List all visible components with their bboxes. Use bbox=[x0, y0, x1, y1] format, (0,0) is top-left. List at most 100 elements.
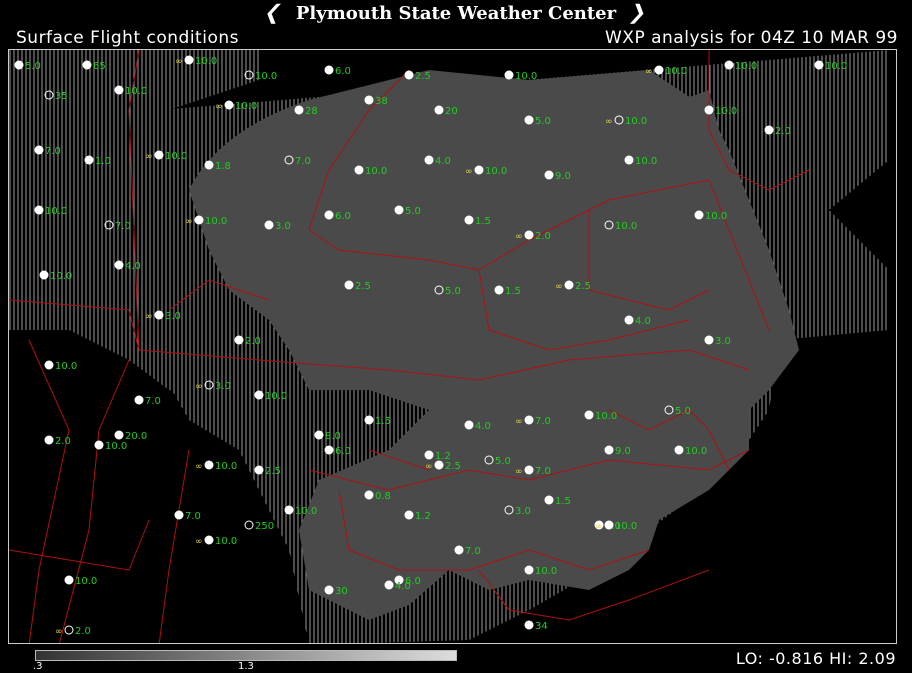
station-dot bbox=[314, 430, 324, 440]
station-dot bbox=[434, 105, 444, 115]
visibility-label: 10.0 bbox=[615, 521, 637, 532]
map-subtitle-right: WXP analysis for 04Z 10 MAR 99 bbox=[605, 28, 898, 48]
visibility-label: 3.0 bbox=[275, 221, 291, 232]
visibility-label: 10.0 bbox=[255, 71, 277, 82]
visibility-label: 7.0 bbox=[145, 396, 161, 407]
map-canvas: 5.0 65 ∞ 10.0 10.0 6.0 2.5 10.0 ∞ 10.0 10.0 10.0 35 1… bbox=[9, 50, 889, 643]
visibility-label: 20.0 bbox=[125, 431, 147, 442]
station-dot bbox=[544, 495, 554, 505]
visibility-label: 10.0 bbox=[55, 361, 77, 372]
visibility-label: 10.0 bbox=[45, 206, 67, 217]
visibility-label: 10.0 bbox=[265, 391, 287, 402]
colorbar-low-tick: .3 bbox=[33, 661, 43, 672]
visibility-label: 20 bbox=[445, 106, 458, 117]
station-marker: 34 bbox=[524, 620, 548, 632]
weather-symbol: ∞ bbox=[515, 232, 523, 242]
station-dot bbox=[204, 535, 214, 545]
station-dot bbox=[704, 105, 714, 115]
station-dot bbox=[174, 510, 184, 520]
station-dot bbox=[114, 430, 124, 440]
station-dot bbox=[234, 335, 244, 345]
station-marker: ∞ 10.0 bbox=[145, 150, 187, 162]
station-dot bbox=[564, 280, 574, 290]
lo-hi-readout: LO: -0.816 HI: 2.09 bbox=[735, 649, 896, 668]
visibility-label: 38 bbox=[375, 96, 388, 107]
visibility-label: 8.0 bbox=[325, 431, 341, 442]
station-dot bbox=[294, 105, 304, 115]
visibility-label: 5.0 bbox=[535, 116, 551, 127]
station-marker: ∞ 10.0 bbox=[175, 55, 217, 67]
visibility-label: 35 bbox=[55, 91, 68, 102]
station-dot bbox=[114, 260, 124, 270]
visibility-label: 28 bbox=[305, 106, 318, 117]
station-dot bbox=[434, 460, 444, 470]
visibility-label: 7.0 bbox=[45, 146, 61, 157]
station-dot bbox=[324, 445, 334, 455]
visibility-label: 2.0 bbox=[55, 436, 71, 447]
station-dot bbox=[814, 60, 824, 70]
visibility-label: 10.0 bbox=[685, 446, 707, 457]
colorbar bbox=[35, 650, 457, 661]
visibility-label: 10.0 bbox=[535, 566, 557, 577]
visibility-label: 10.0 bbox=[825, 61, 847, 72]
visibility-label: 6.0 bbox=[335, 446, 351, 457]
station-dot bbox=[82, 60, 92, 70]
station-dot bbox=[624, 155, 634, 165]
visibility-label: 10.0 bbox=[295, 506, 317, 517]
station-dot bbox=[84, 155, 94, 165]
weather-symbol: ∞ bbox=[195, 382, 203, 392]
visibility-label: 10.0 bbox=[735, 61, 757, 72]
visibility-label: 10.0 bbox=[485, 166, 507, 177]
visibility-label: 1.8 bbox=[215, 161, 231, 172]
weather-symbol: ∞ bbox=[425, 462, 433, 472]
station-dot bbox=[624, 315, 634, 325]
weather-symbol: ∞ bbox=[645, 67, 653, 77]
weather-symbol: ∞ bbox=[595, 522, 603, 532]
station-dot bbox=[724, 60, 734, 70]
station-dot bbox=[424, 450, 434, 460]
visibility-label: 4.0 bbox=[635, 316, 651, 327]
station-marker: 7.0 bbox=[134, 395, 161, 407]
visibility-label: 1.0 bbox=[95, 156, 111, 167]
visibility-label: 7.0 bbox=[115, 221, 131, 232]
visibility-label: 1.5 bbox=[555, 496, 571, 507]
visibility-label: 7.0 bbox=[535, 466, 551, 477]
flag-left-icon: ❮ bbox=[261, 0, 286, 24]
visibility-label: 30 bbox=[335, 586, 348, 597]
station-dot bbox=[224, 100, 234, 110]
station-dot bbox=[154, 150, 164, 160]
weather-symbol: ∞ bbox=[605, 117, 613, 127]
visibility-label: 10.0 bbox=[75, 576, 97, 587]
station-dot bbox=[324, 585, 334, 595]
station-dot bbox=[364, 95, 374, 105]
visibility-label: 2.0 bbox=[75, 626, 91, 637]
visibility-label: 10.0 bbox=[665, 66, 687, 77]
visibility-label: 7.0 bbox=[295, 156, 311, 167]
visibility-label: 10.0 bbox=[165, 151, 187, 162]
station-marker: ∞ 10.0 bbox=[195, 535, 237, 547]
station-dot bbox=[14, 60, 24, 70]
station-dot bbox=[524, 620, 534, 630]
visibility-label: 5.0 bbox=[675, 406, 691, 417]
visibility-label: 1.5 bbox=[475, 216, 491, 227]
visibility-label: 10.0 bbox=[635, 156, 657, 167]
station-dot bbox=[584, 410, 594, 420]
station-dot bbox=[424, 155, 434, 165]
visibility-label: 10.0 bbox=[515, 71, 537, 82]
visibility-label: 3.0 bbox=[715, 336, 731, 347]
visibility-label: 2.5 bbox=[265, 466, 281, 477]
station-dot bbox=[404, 510, 414, 520]
station-dot bbox=[184, 55, 194, 65]
station-dot bbox=[114, 85, 124, 95]
visibility-label: 3.0 bbox=[515, 506, 531, 517]
station-dot bbox=[674, 445, 684, 455]
weather-symbol: ∞ bbox=[195, 462, 203, 472]
weather-symbol: ∞ bbox=[195, 537, 203, 547]
visibility-label: 7.0 bbox=[535, 416, 551, 427]
weather-symbol: ∞ bbox=[515, 417, 523, 427]
visibility-label: 4.0 bbox=[435, 156, 451, 167]
map-frame: 5.0 65 ∞ 10.0 10.0 6.0 2.5 10.0 ∞ 10.0 10.0 10.0 35 1… bbox=[8, 49, 897, 644]
station-marker: ∞ 10.0 bbox=[215, 100, 257, 112]
visibility-label: 2.0 bbox=[775, 126, 791, 137]
visibility-label: 9.0 bbox=[615, 446, 631, 457]
